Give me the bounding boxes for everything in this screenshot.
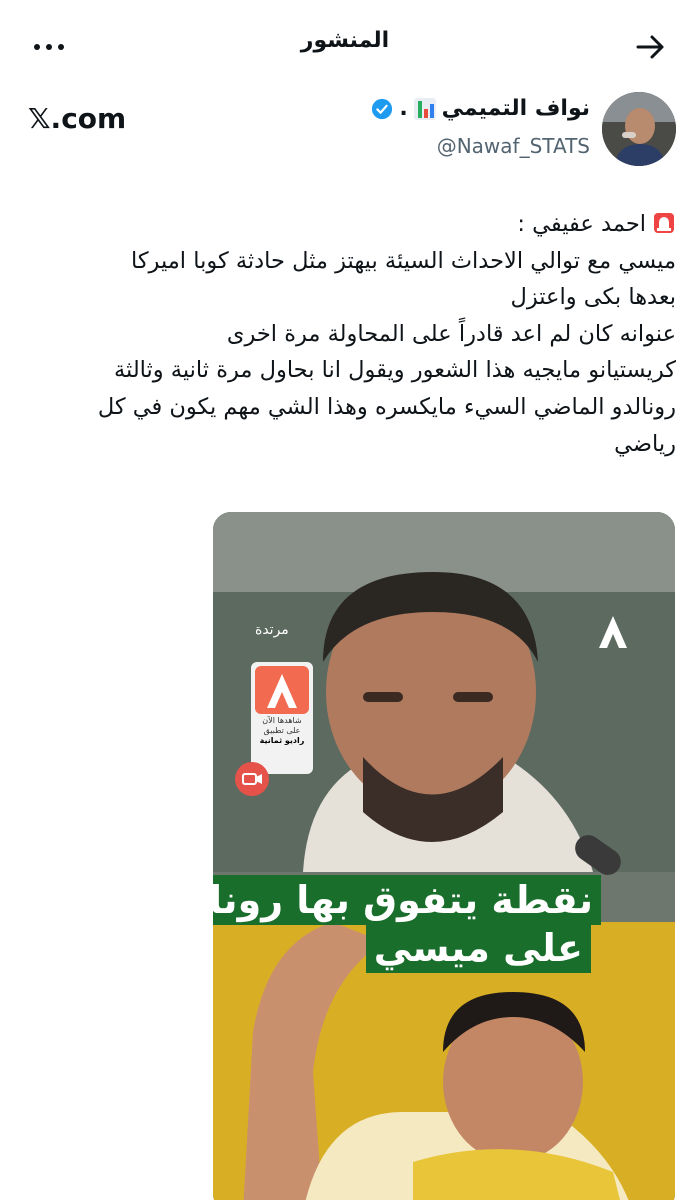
- author-name-suffix: .: [399, 96, 408, 121]
- post-line: رونالدو الماضي السيء مايكسره وهذا الشي م…: [97, 393, 676, 420]
- arrow-right-icon[interactable]: [634, 30, 668, 64]
- x-com-watermark: 𝕏.com: [28, 102, 127, 135]
- post-line: رياضي: [614, 430, 676, 457]
- author-row: نواف التميمي . @Nawaf_STATS 𝕏.com: [0, 92, 690, 172]
- post-line: كريستيانو مايجيه هذا الشعور ويقول انا بح…: [113, 357, 676, 384]
- post-line-text: احمد عفيفي :: [517, 211, 646, 237]
- author-name-line[interactable]: نواف التميمي .: [371, 96, 590, 121]
- post-line: عنوانه كان لم اعد قادراً على المحاولة مر…: [226, 320, 676, 347]
- channel-label: مرتدة: [255, 622, 289, 638]
- rotating-light-icon: [654, 213, 674, 233]
- author-handle[interactable]: @Nawaf_STATS: [437, 134, 590, 158]
- page-title: المنشور: [300, 28, 390, 53]
- app-promo-badge: شاهدها الآن على تطبيق راديو ثمانية: [251, 662, 313, 774]
- post-line: بعدها بكى واعتزل: [510, 284, 677, 311]
- thmanyah-logo-icon: [599, 616, 627, 648]
- post-line: احمد عفيفي :: [34, 206, 676, 243]
- avatar[interactable]: [602, 92, 676, 166]
- bar-chart-icon: [413, 97, 436, 120]
- app-name: راديو ثمانية: [259, 736, 305, 745]
- app-on-app: على تطبيق: [263, 726, 301, 735]
- top-bar: المنشور: [0, 0, 690, 92]
- post-line: ميسي مع توالي الاحداث السيئة بيهتز مثل ح…: [130, 247, 676, 274]
- headline-line-1: نقطة يتفوق بها رونالدو: [213, 875, 601, 925]
- author-name[interactable]: نواف التميمي: [442, 96, 590, 121]
- headline-line-2: على ميسي: [365, 923, 591, 973]
- verified-badge-icon: [372, 98, 393, 119]
- media-image[interactable]: مرتدة شاهدها الآن على تطبيق راديو ثمانية…: [213, 512, 675, 1200]
- radio-thmanyah-logo-icon: [255, 666, 309, 714]
- video-camera-icon: [235, 762, 269, 796]
- app-watch-now: شاهدها الآن: [262, 716, 302, 725]
- post-text: احمد عفيفي : ميسي مع توالي الاحداث السيئ…: [34, 206, 676, 462]
- avatar-image: [602, 92, 676, 166]
